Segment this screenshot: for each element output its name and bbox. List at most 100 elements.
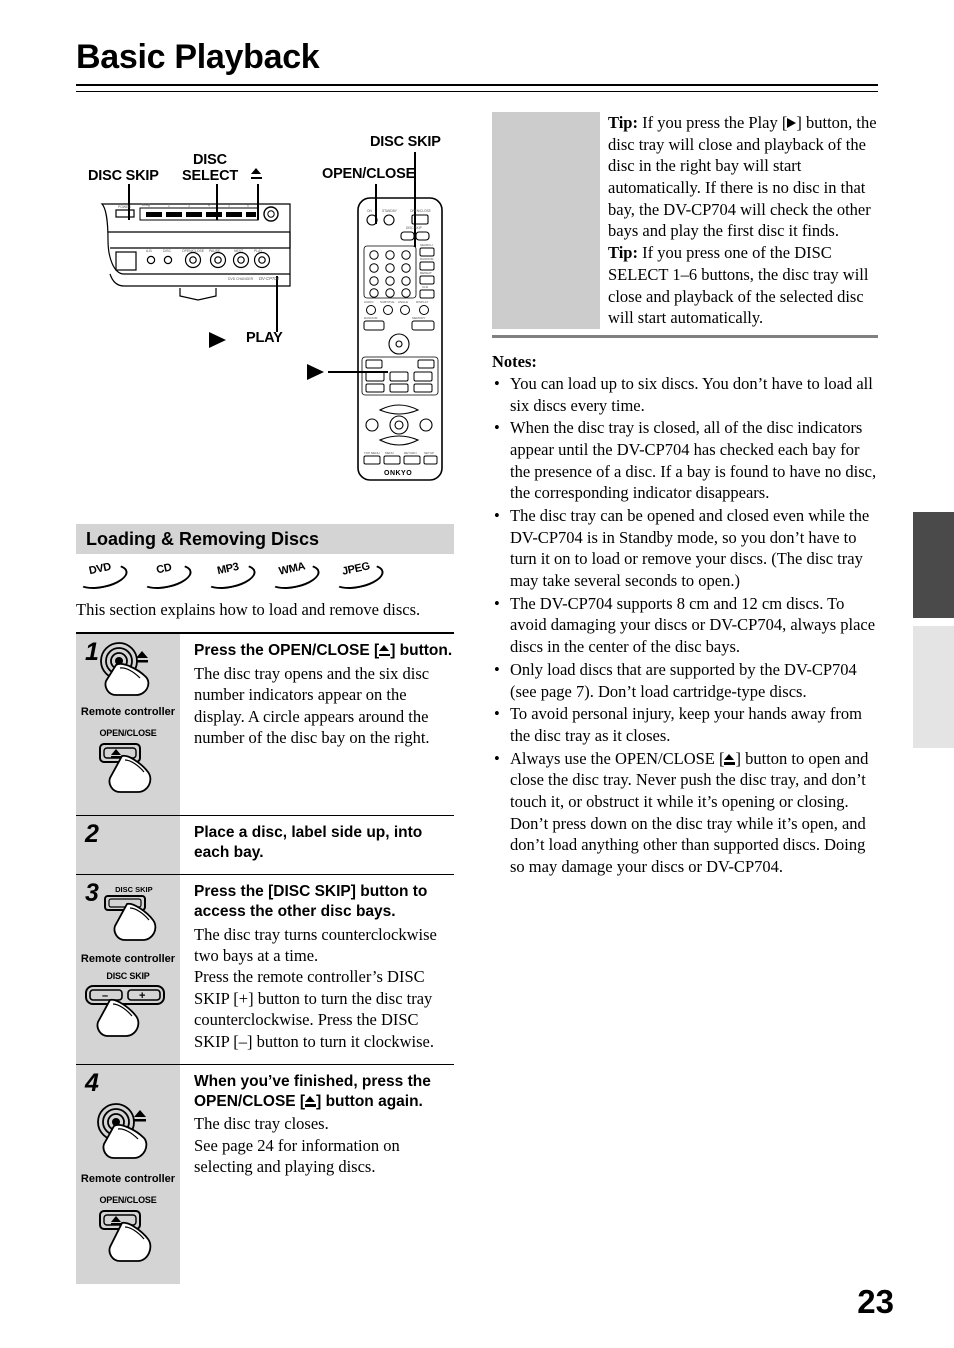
hand-pressing-front-disc-skip-icon [103, 895, 157, 942]
label-play: PLAY [246, 330, 283, 346]
tip-1-part-a: If you press the Play [ [637, 113, 788, 132]
bullet-icon: • [494, 506, 500, 525]
step-4-remote-caption: Remote controller [80, 1173, 176, 1186]
bullet-icon: • [494, 748, 500, 768]
step-3-remote-caption: Remote controller [80, 953, 176, 966]
label-disc-select-line1: DISC [193, 152, 227, 168]
svg-text:MENU: MENU [385, 451, 394, 455]
section-heading: Loading & Removing Discs [86, 528, 320, 549]
step-1-remote-caption: Remote controller [80, 706, 176, 719]
tip-box-gutter [492, 112, 600, 329]
svg-text:POWER: POWER [118, 205, 131, 209]
svg-text:SUBTITLE: SUBTITLE [380, 300, 394, 304]
play-triangle-icon [209, 332, 226, 348]
notes-section: Notes: • You can load up to six discs. Y… [492, 352, 878, 878]
step-3-body-text-1: The disc tray turns counterclockwise two… [194, 924, 437, 965]
eject-icon [305, 1095, 317, 1107]
note-text: Only load discs that are supported by th… [510, 659, 857, 701]
section-header-bar: Loading & Removing Discs [76, 524, 454, 554]
left-column: DISC SKIP DISC SELECT DISC SKIP OPEN/CLO… [74, 108, 454, 1285]
section-intro-text: This section explains how to load and re… [76, 600, 421, 619]
step-row: 1 Remote controller OPEN/CLOSE Press the… [76, 634, 454, 817]
supported-format-badges: DVD CD MP3 WMA JPEG [74, 559, 454, 594]
step-row: 3 DISC SKIP Remote controller DISC SKIP [76, 875, 454, 1066]
step-1-body: The disc tray opens and the six disc num… [194, 663, 454, 749]
step-2-illustration-cell: 2 [76, 816, 180, 875]
note-item: • The DV-CP704 supports 8 cm and 12 cm d… [492, 593, 878, 658]
hand-pressing-front-eject-again-icon [97, 1103, 148, 1160]
svg-text:–: – [102, 990, 108, 1002]
svg-text:CLR: CLR [422, 285, 429, 289]
svg-text:NEXT: NEXT [234, 249, 243, 253]
page-title: Basic Playback [76, 38, 320, 76]
step-4-text-cell: When you’ve finished, press the OPEN/CLO… [180, 1065, 454, 1284]
format-badge-wma: WMA [266, 559, 322, 594]
step-1-illustration-cell: 1 Remote controller OPEN/CLOSE [76, 634, 180, 816]
svg-text:6: 6 [247, 204, 249, 208]
note-item: • When the disc tray is closed, all of t… [492, 417, 878, 504]
step-4-heading-part-b: ] button again. [316, 1092, 423, 1110]
step-3-body-text-2: Press the remote controller’s DISC SKIP … [194, 967, 434, 1051]
svg-text:ANGLE: ANGLE [398, 300, 408, 304]
step-3-text-cell: Press the [DISC SKIP] button to access t… [180, 875, 454, 1064]
step-3-body: The disc tray turns counterclockwise two… [194, 924, 454, 1053]
tip-box-text: Tip: If you press the Play [] button, th… [600, 112, 878, 329]
remote-control-illustration: ON STANDBY OPEN/CLOSE DISC SKIP SEARCH R… [357, 197, 443, 481]
note-item: • Only load discs that are supported by … [492, 659, 878, 702]
hand-pressing-front-eject-icon [100, 642, 150, 697]
label-disc-skip-remote: DISC SKIP [370, 134, 441, 150]
svg-text:ON: ON [367, 209, 372, 213]
note-text: To avoid personal injury, keep your hand… [510, 704, 862, 745]
svg-text:TOP MENU: TOP MENU [364, 451, 380, 455]
svg-text:2: 2 [168, 204, 170, 208]
svg-text:MEMORY: MEMORY [412, 316, 425, 320]
label-disc-skip-front: DISC SKIP [88, 168, 159, 184]
svg-text:5: 5 [228, 204, 230, 208]
svg-text:SETUP: SETUP [424, 451, 434, 455]
svg-text:4: 4 [208, 204, 210, 208]
bullet-icon: • [494, 593, 500, 613]
note-last-part-a: Always use the OPEN/CLOSE [ [510, 748, 725, 768]
tip-2-label: Tip: [608, 243, 638, 263]
notes-title: Notes: [492, 351, 537, 371]
svg-text:ONKYO: ONKYO [384, 470, 412, 477]
title-rule [76, 84, 878, 92]
format-badge-dvd: DVD [74, 559, 130, 594]
step-1-heading: Press the OPEN/CLOSE [] button. [194, 641, 454, 661]
svg-text:3: 3 [188, 204, 190, 208]
svg-text:DISPLAY: DISPLAY [416, 300, 428, 304]
hand-pressing-remote-disc-skip-icon: – + [85, 985, 165, 1038]
step-1-heading-part-b: ] button. [390, 642, 453, 660]
svg-text:PLAY: PLAY [254, 249, 263, 253]
step-3-top-button-caption: DISC SKIP [115, 885, 153, 895]
margin-index-tab-light [913, 626, 954, 748]
label-open-close-remote: OPEN/CLOSE [322, 166, 416, 182]
step-4-body: The disc tray closes. See page 24 for in… [194, 1113, 454, 1177]
tip-1-part-b: ] button, the disc tray will close and p… [608, 113, 877, 241]
svg-text:DISC SKIP: DISC SKIP [406, 226, 422, 230]
front-panel-illustration: POWER DISC 1 2 3 4 5 6 A-B DISC OPEN/CLO… [100, 203, 291, 301]
svg-text:A-B: A-B [146, 249, 152, 253]
note-text: When the disc tray is closed, all of the… [510, 418, 877, 503]
step-row: 4 Remote controller OPEN/CLOSE When you’… [76, 1065, 454, 1285]
note-item-last: • Always use the OPEN/CLOSE [] button to… [492, 748, 878, 878]
svg-text:REPEAT: REPEAT [420, 271, 432, 275]
step-number: 2 [85, 820, 99, 849]
format-badge-mp3: MP3 [202, 559, 258, 594]
svg-text:SEARCH: SEARCH [420, 243, 433, 247]
svg-text:PAUSE: PAUSE [209, 249, 221, 253]
step-4-body-text-2: See page 24 for information on selecting… [194, 1135, 400, 1177]
svg-text:AUDIO: AUDIO [364, 300, 374, 304]
margin-index-tab-dark [913, 512, 954, 618]
eject-icon [724, 753, 736, 765]
hand-pressing-remote-open-close-again-icon [99, 1210, 152, 1263]
step-3-button-caption: DISC SKIP [106, 971, 150, 982]
tip-1: Tip: If you press the Play [] button, th… [608, 112, 878, 242]
svg-text:+: + [139, 990, 145, 1002]
note-item: • You can load up to six discs. You don’… [492, 373, 878, 416]
play-triangle-icon [787, 118, 797, 128]
svg-text:RANDOM: RANDOM [364, 316, 378, 320]
label-eject-icon [251, 166, 262, 182]
label-disc-select-line2: SELECT [182, 168, 238, 184]
hand-pressing-remote-open-close-icon [99, 743, 152, 794]
